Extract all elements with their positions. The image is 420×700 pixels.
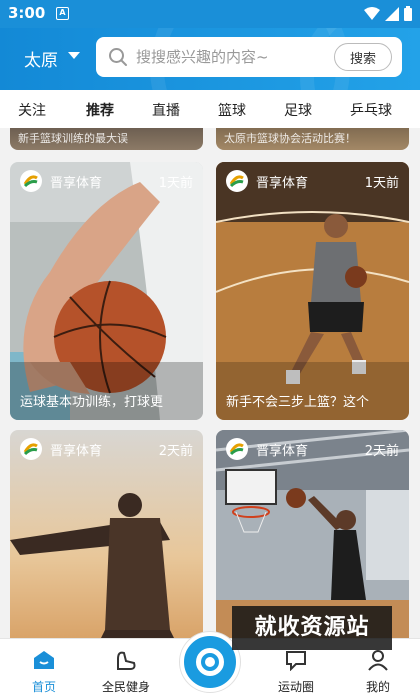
search-button[interactable]: 搜索	[334, 43, 392, 71]
source-name: 晋享体育	[50, 444, 103, 459]
card-title: 运球基本功训练，打球更	[20, 395, 164, 410]
source-logo	[226, 438, 248, 460]
fitness-icon	[117, 651, 136, 670]
search-bar[interactable]: 搜索	[96, 37, 402, 77]
caret-down-icon[interactable]	[68, 52, 80, 59]
source-logo	[20, 438, 42, 460]
card-header: 晋享体育 1天前	[10, 162, 203, 198]
nav-label: 全民健身	[101, 680, 150, 694]
tab-follow[interactable]: 关注	[18, 100, 46, 120]
nav-fitness[interactable]: 全民健身	[96, 649, 156, 695]
source-logo	[20, 170, 42, 192]
nav-label: 我的	[365, 680, 390, 694]
home-icon	[34, 651, 54, 669]
status-bar: 3:00 A	[0, 0, 420, 28]
post-time: 1天前	[158, 176, 193, 191]
chat-icon	[286, 651, 306, 672]
card-title: 新手不会三步上篮？这个	[226, 395, 370, 410]
category-tabs: 关注 推荐 直播 篮球 足球 乒乓球	[0, 90, 420, 128]
card-title: 太原市篮球协会活动比赛！	[224, 132, 356, 145]
peek-card[interactable]: 新手篮球训练的最大误	[10, 128, 203, 150]
feed-card[interactable]: 晋享体育 2天前	[10, 430, 203, 638]
watermark: 就收资源站	[232, 606, 392, 650]
content-feed: 新手篮球训练的最大误 太原市篮球协会活动比赛！ 晋享体育 1天前 运球基本功训练…	[0, 128, 420, 638]
post-time: 2天前	[364, 444, 399, 459]
card-header: 晋享体育 2天前	[10, 430, 203, 466]
feed-card[interactable]: 晋享体育 1天前 新手不会三步上篮？这个	[216, 162, 409, 420]
notification-icon: A	[56, 7, 69, 20]
source-name: 晋享体育	[50, 176, 103, 191]
city-selector[interactable]: 太原	[24, 46, 58, 71]
feed-card[interactable]: 晋享体育 1天前 运球基本功训练，打球更	[10, 162, 203, 420]
tab-basketball[interactable]: 篮球	[218, 100, 246, 120]
camera-dot-icon	[205, 657, 215, 667]
search-input[interactable]	[136, 45, 316, 69]
card-image	[216, 162, 409, 420]
tab-live[interactable]: 直播	[152, 100, 180, 120]
post-time: 1天前	[364, 176, 399, 191]
status-time: 3:00	[8, 4, 46, 22]
source-name: 晋享体育	[256, 444, 309, 459]
card-image	[10, 162, 203, 420]
signal-icon	[385, 6, 399, 21]
nav-profile[interactable]: 我的	[360, 649, 396, 695]
search-icon	[109, 48, 127, 66]
tab-football[interactable]: 足球	[284, 100, 312, 120]
source-name: 晋享体育	[256, 176, 309, 191]
nav-label: 首页	[31, 680, 56, 694]
peek-card[interactable]: 太原市篮球协会活动比赛！	[216, 128, 409, 150]
source-logo	[226, 170, 248, 192]
tab-table-tennis[interactable]: 乒乓球	[350, 100, 392, 120]
tab-recommend[interactable]: 推荐	[86, 100, 114, 120]
battery-icon	[404, 6, 412, 21]
card-header: 晋享体育 1天前	[216, 162, 409, 198]
post-time: 2天前	[158, 444, 193, 459]
nav-label: 运动圈	[277, 680, 314, 694]
profile-icon	[368, 650, 388, 671]
app-header: 太原 搜索	[0, 28, 420, 90]
wifi-icon	[364, 6, 380, 20]
card-title: 新手篮球训练的最大误	[18, 132, 128, 145]
nav-home[interactable]: 首页	[26, 649, 62, 695]
nav-circle[interactable]: 运动圈	[272, 649, 320, 695]
camera-button[interactable]	[180, 632, 240, 692]
card-header: 晋享体育 2天前	[216, 430, 409, 466]
